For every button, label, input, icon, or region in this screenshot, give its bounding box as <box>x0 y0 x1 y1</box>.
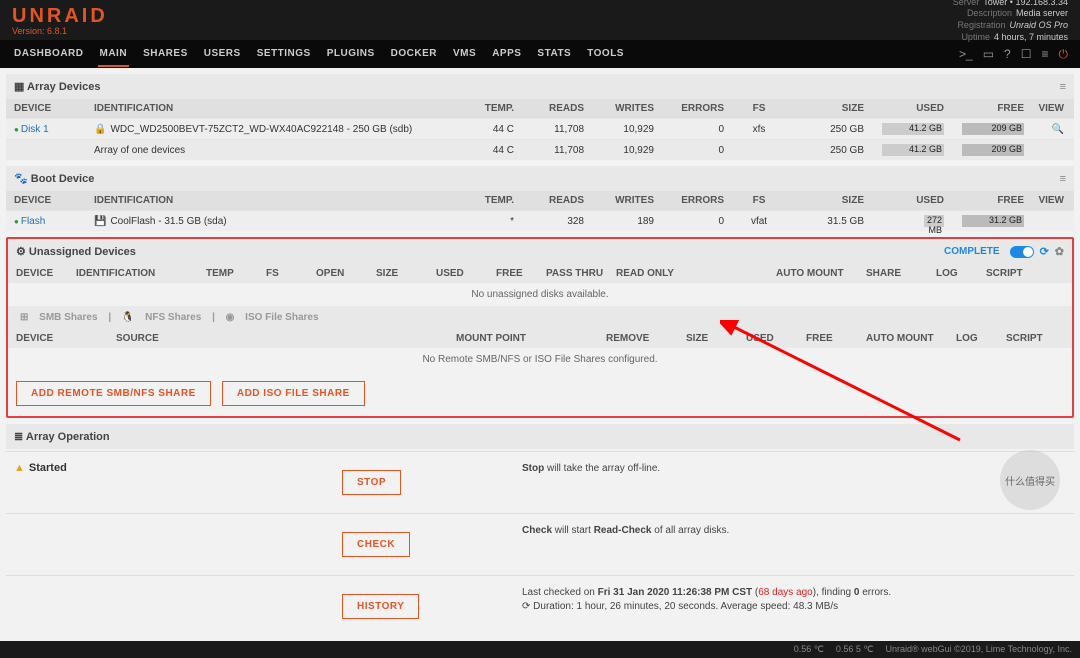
nav-dashboard[interactable]: DASHBOARD <box>12 42 86 67</box>
hdd-icon: ▦ <box>14 81 27 93</box>
power-icon[interactable]: ⏻ <box>1059 47 1069 62</box>
array-menu-icon[interactable]: ≡ <box>1060 81 1066 93</box>
flash-row: ●Flash 💾CoolFlash - 31.5 GB (sda) * 328 … <box>6 210 1074 231</box>
nav-plugins[interactable]: PLUGINS <box>325 42 377 67</box>
history-button[interactable]: HISTORY <box>342 594 419 619</box>
boot-title: Boot Device <box>31 173 95 185</box>
nav-stats[interactable]: STATS <box>535 42 573 67</box>
array-status: Started <box>29 462 67 474</box>
system-info: ServerTower • 192.168.3.34 DescriptionMe… <box>953 0 1068 43</box>
disc-icon: ◉ <box>226 312 235 323</box>
disk1-link[interactable]: Disk 1 <box>21 124 49 135</box>
linux-icon: 🐧 <box>122 312 134 323</box>
lock-icon: 🔒 <box>94 124 106 135</box>
complete-label: COMPLETE <box>944 246 1000 257</box>
refresh-icon[interactable]: ⟳ <box>1040 245 1049 258</box>
boot-menu-icon[interactable]: ≡ <box>1060 173 1066 185</box>
ops-title: Array Operation <box>26 431 110 443</box>
cog-icon: ⚙ <box>16 246 29 258</box>
add-iso-button[interactable]: ADD ISO FILE SHARE <box>222 381 365 406</box>
feedback-icon[interactable]: ▭ <box>983 47 994 62</box>
nav-vms[interactable]: VMS <box>451 42 478 67</box>
add-smb-nfs-button[interactable]: ADD REMOTE SMB/NFS SHARE <box>16 381 211 406</box>
nav-tools[interactable]: TOOLS <box>585 42 626 67</box>
nav-users[interactable]: USERS <box>202 42 243 67</box>
tab-smb[interactable]: SMB Shares <box>39 312 97 323</box>
array-summary-row: Array of one devices 44 C 11,708 10,929 … <box>6 139 1074 160</box>
stop-button[interactable]: STOP <box>342 470 401 495</box>
tab-nfs[interactable]: NFS Shares <box>145 312 201 323</box>
status-dot-icon: ● <box>14 217 19 226</box>
terminal-icon[interactable]: >_ <box>959 47 973 62</box>
view-icon[interactable]: 🔍 <box>1052 124 1064 135</box>
brand-logo: UNRAID <box>12 5 108 28</box>
disk-row: ●Disk 1 🔒WDC_WD2500BEVT-75ZCT2_WD-WX40AC… <box>6 118 1074 139</box>
ud-settings-icon[interactable]: ✿ <box>1055 245 1064 258</box>
tab-iso[interactable]: ISO File Shares <box>245 312 318 323</box>
ud-empty: No unassigned disks available. <box>8 283 1072 306</box>
status-dot-icon: ● <box>14 125 19 134</box>
windows-icon: ⊞ <box>20 312 28 323</box>
paw-icon: 🐾 <box>14 173 31 185</box>
flash-link[interactable]: Flash <box>21 216 45 227</box>
log-icon[interactable]: ≡ <box>1041 47 1048 62</box>
info-icon[interactable]: ☐ <box>1021 47 1032 62</box>
usb-icon: 💾 <box>94 216 106 227</box>
help-icon[interactable]: ? <box>1004 47 1011 62</box>
ud-title: Unassigned Devices <box>29 246 136 258</box>
array-title: Array Devices <box>27 81 100 93</box>
watermark: 什么值得买 <box>1000 450 1060 510</box>
footer: 0.56 ℃ 0.56 5 ℃ Unraid® webGui ©2019, Li… <box>0 641 1080 658</box>
warning-icon: ▲ <box>14 462 25 474</box>
nav-tabs: DASHBOARD MAIN SHARES USERS SETTINGS PLU… <box>12 42 626 67</box>
nav-main[interactable]: MAIN <box>98 42 130 67</box>
check-button[interactable]: CHECK <box>342 532 410 557</box>
nav-apps[interactable]: APPS <box>490 42 523 67</box>
list-icon: ≣ <box>14 431 26 443</box>
nav-settings[interactable]: SETTINGS <box>255 42 313 67</box>
logo-block: UNRAID Version: 6.8.1 <box>12 5 108 36</box>
nav-docker[interactable]: DOCKER <box>389 42 439 67</box>
shares-empty: No Remote SMB/NFS or ISO File Shares con… <box>8 348 1072 371</box>
complete-toggle[interactable] <box>1010 246 1034 258</box>
nav-shares[interactable]: SHARES <box>141 42 190 67</box>
